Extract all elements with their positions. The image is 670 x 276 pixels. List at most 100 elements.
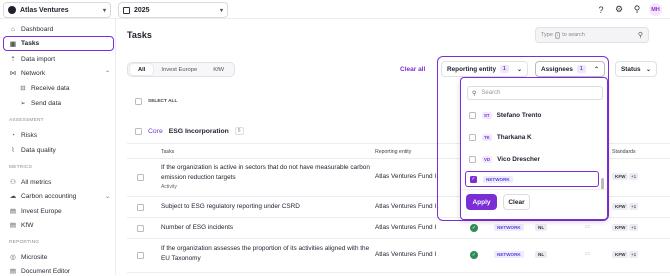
table-row[interactable]: Number of ESG incidents Atlas Ventures F…: [127, 218, 670, 239]
search-icon: ⚲: [637, 32, 643, 39]
reporting-entity: Atlas Ventures Fund I: [375, 203, 437, 210]
group-header: Core ESG Incorporation 6: [135, 127, 244, 135]
option-initials: VD: [482, 155, 493, 163]
sidebar-item-microsite[interactable]: ◎ Microsite: [9, 252, 47, 262]
send-icon: ➢: [20, 100, 26, 107]
globe-icon: ◎: [10, 254, 16, 261]
sidebar-item-label: Risks: [21, 131, 38, 139]
doc-icon: ▤: [9, 208, 17, 215]
network-badge: NETWORK: [494, 251, 524, 258]
apply-button[interactable]: Apply: [466, 194, 497, 210]
column-reporting-entity: Reporting entity: [375, 149, 412, 155]
assignee-option-selected[interactable]: ✓ NETWORK: [465, 171, 599, 187]
sidebar-item-label: Network: [21, 69, 46, 77]
inbox-icon: ⊟: [20, 85, 26, 92]
sidebar-item-label: Receive data: [31, 84, 70, 92]
dropdown-search-placeholder: Search: [481, 90, 501, 96]
chevron-down-icon: ▾: [219, 7, 223, 14]
sidebar-item-receive-data[interactable]: ⊟ Receive data: [19, 83, 70, 93]
upload-icon: ⇡: [10, 56, 16, 63]
tab-all[interactable]: All: [130, 64, 154, 75]
tab-invest-europe[interactable]: Invest Europe: [153, 64, 205, 75]
sidebar-item-risks[interactable]: ◔ Risks: [9, 130, 37, 140]
sidebar-item-label: KfW: [21, 221, 34, 229]
sidebar-item-label: Send data: [31, 99, 62, 107]
option-checkbox[interactable]: [469, 133, 476, 141]
country-badge: NL: [535, 224, 548, 231]
task-text: If the organization is active in sectors…: [161, 164, 370, 181]
sidebar-item-network[interactable]: ⋈ Network ⌃: [9, 68, 110, 78]
assignee-option[interactable]: ST Stefano Trento: [469, 110, 541, 120]
section-metrics: METRICS: [9, 165, 32, 170]
clear-button[interactable]: Clear: [503, 194, 530, 210]
option-checkbox[interactable]: [469, 111, 476, 119]
year-select[interactable]: 2025 ▾: [118, 2, 228, 18]
column-tasks: Tasks: [161, 149, 175, 155]
standard-badge: KFW: [612, 224, 629, 231]
document-icon: ▭: [585, 224, 590, 230]
row-checkbox[interactable]: [137, 204, 144, 211]
standard-badge: KFW: [612, 173, 629, 180]
avatar[interactable]: MH: [649, 3, 662, 16]
group-checkbox[interactable]: [135, 127, 142, 135]
more-standards-badge: +1: [629, 173, 639, 180]
sidebar-item-data-import[interactable]: ⇡ Data import: [9, 54, 55, 64]
tab-kfw[interactable]: KfW: [205, 64, 232, 75]
task-tag: Activity: [161, 184, 177, 190]
sidebar-item-label: Microsite: [21, 253, 48, 261]
top-actions: ? ⚙ ⚲ MH: [595, 3, 662, 16]
table-row[interactable]: If the organization assesses the proport…: [127, 239, 670, 273]
option-label: Vico Drescher: [497, 155, 540, 163]
more-standards-badge: +1: [629, 251, 639, 258]
sidebar-item-label: Tasks: [21, 40, 40, 47]
sidebar-item-label: All metrics: [21, 178, 52, 186]
sidebar-item-label: Data quality: [21, 146, 56, 154]
row-checkbox[interactable]: [137, 252, 144, 259]
sidebar-item-send-data[interactable]: ➢ Send data: [19, 98, 61, 108]
sidebar-item-kfw[interactable]: ▤ KfW: [9, 220, 34, 230]
select-all-checkbox[interactable]: [135, 98, 142, 105]
sidebar-item-label: Dashboard: [21, 25, 54, 33]
sidebar-item-data-quality[interactable]: ⌇ Data quality: [9, 145, 56, 155]
status-filter[interactable]: Status ⌄: [615, 61, 657, 77]
select-all[interactable]: SELECT ALL: [135, 98, 177, 105]
top-bar: Atlas Ventures ▾ 2025 ▾ ? ⚙ ⚲ MH: [0, 0, 670, 19]
network-badge: NETWORK: [494, 224, 524, 231]
user-add-icon[interactable]: ⚲: [631, 4, 643, 16]
sidebar-item-invest-europe[interactable]: ▤ Invest Europe: [9, 206, 62, 216]
network-icon: ⋈: [9, 70, 17, 77]
sidebar-item-carbon-accounting[interactable]: ☁ Carbon accounting ⌄: [9, 191, 110, 201]
organization-select[interactable]: Atlas Ventures ▾: [3, 2, 111, 18]
sidebar: ⌂ Dashboard ▣ Tasks ⇡ Data import ⋈ Network ⌃…: [0, 19, 116, 275]
search-input[interactable]: Type / to search ⚲: [535, 27, 649, 43]
clear-all-button[interactable]: Clear all: [400, 66, 425, 73]
assignee-option[interactable]: TK Tharkana K: [469, 132, 532, 142]
option-checkbox[interactable]: [469, 155, 476, 163]
chevron-up-icon: ⌃: [104, 70, 110, 77]
chart-icon: ⌇: [11, 147, 15, 154]
group-name: ESG Incorporation: [168, 127, 229, 135]
task-title: Number of ESG incidents: [161, 224, 234, 231]
group-count: 6: [234, 127, 244, 135]
option-initials: ST: [482, 111, 492, 119]
help-icon[interactable]: ?: [595, 4, 607, 16]
task-title: If the organization is active in sectors…: [161, 163, 371, 191]
sidebar-item-dashboard[interactable]: ⌂ Dashboard: [9, 24, 53, 34]
select-all-label: SELECT ALL: [148, 99, 178, 104]
row-checkbox[interactable]: [137, 225, 144, 232]
checked-checkbox-icon[interactable]: ✓: [470, 175, 477, 183]
sidebar-item-all-metrics[interactable]: ⚇ All metrics: [9, 177, 51, 187]
section-assessment: ASSESSMENT: [9, 118, 44, 123]
dropdown-search-input[interactable]: ⚲ Search: [467, 86, 603, 100]
sidebar-item-tasks[interactable]: ▣ Tasks: [3, 36, 114, 51]
settings-icon[interactable]: ⚙: [613, 4, 625, 16]
tabs: All Invest Europe KfW: [127, 62, 236, 77]
column-standards: Standards: [612, 149, 636, 155]
section-reporting: REPORTING: [9, 240, 40, 245]
home-icon: ⌂: [11, 25, 15, 33]
completed-check-icon: ✓: [470, 251, 478, 259]
assignee-option[interactable]: VD Vico Drescher: [469, 154, 540, 164]
row-checkbox[interactable]: [137, 174, 144, 181]
chevron-down-icon: ⌄: [104, 193, 110, 200]
task-title: Subject to ESG regulatory reporting unde…: [161, 203, 300, 210]
